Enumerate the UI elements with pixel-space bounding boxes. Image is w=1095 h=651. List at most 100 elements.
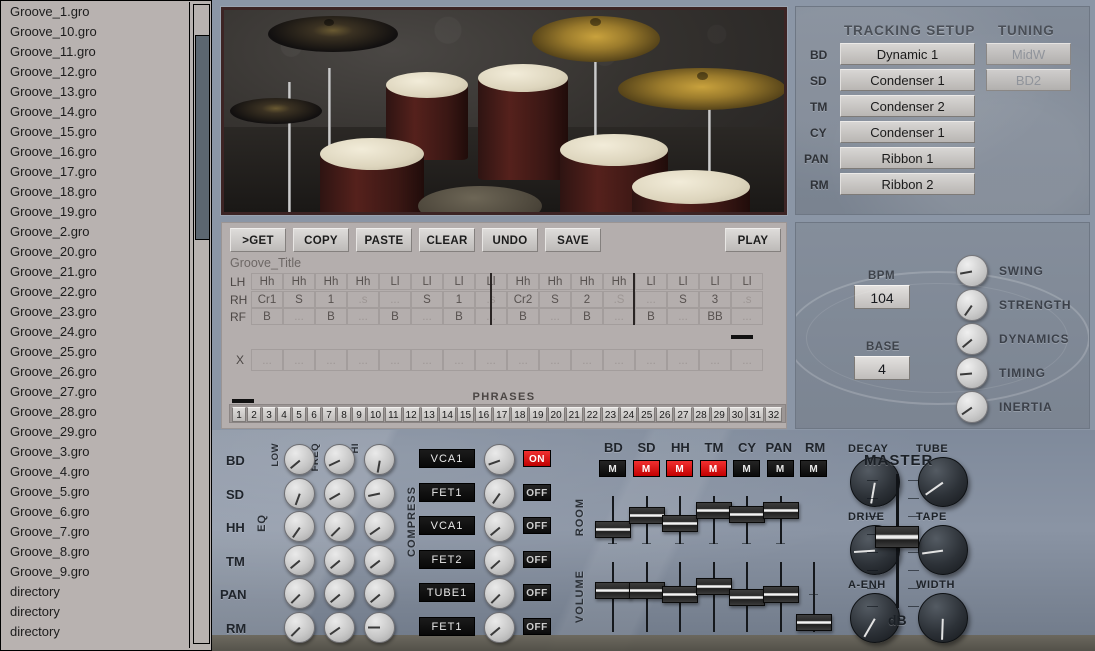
play-button[interactable]: PLAY bbox=[725, 228, 781, 252]
compressor-knob-tm[interactable] bbox=[484, 545, 515, 576]
room-fader-handle-bd[interactable] bbox=[595, 521, 631, 538]
phrase-button-12[interactable]: 12 bbox=[403, 407, 420, 422]
eq-knob-tm-low[interactable] bbox=[284, 545, 315, 576]
sequencer-cell[interactable]: BB bbox=[699, 308, 731, 325]
compressor-power-bd[interactable]: ON bbox=[523, 450, 551, 467]
sequencer-cell[interactable]: Ll bbox=[699, 273, 731, 290]
volume-fader-handle-cy[interactable] bbox=[729, 589, 765, 606]
phrase-button-27[interactable]: 27 bbox=[674, 407, 691, 422]
sequencer-x-cell[interactable]: ... bbox=[699, 349, 731, 371]
sequencer-x-cell[interactable]: ... bbox=[251, 349, 283, 371]
eq-knob-rm-hi[interactable] bbox=[364, 612, 395, 643]
sequencer-x-cell[interactable]: ... bbox=[571, 349, 603, 371]
volume-fader-track-tm[interactable] bbox=[713, 562, 715, 632]
phrase-button-3[interactable]: 3 bbox=[262, 407, 276, 422]
file-list-item[interactable]: Groove_25.gro bbox=[2, 342, 189, 362]
compressor-knob-sd[interactable] bbox=[484, 478, 515, 509]
sequencer-cell[interactable]: ... bbox=[635, 291, 667, 308]
file-list-item[interactable]: directory bbox=[2, 622, 189, 642]
eq-knob-hh-low[interactable] bbox=[284, 511, 315, 542]
toolbar-button-paste[interactable]: PASTE bbox=[356, 228, 412, 252]
mute-button-tm[interactable]: M bbox=[700, 460, 727, 477]
phrase-button-1[interactable]: 1 bbox=[232, 407, 246, 422]
mute-button-hh[interactable]: M bbox=[666, 460, 693, 477]
sequencer-x-cell[interactable]: ... bbox=[667, 349, 699, 371]
sequencer-x-cell[interactable]: ... bbox=[411, 349, 443, 371]
file-list-item[interactable]: Groove_8.gro bbox=[2, 542, 189, 562]
sequencer-cell[interactable]: Ll bbox=[443, 273, 475, 290]
sequencer-cell[interactable]: ... bbox=[731, 308, 763, 325]
room-fader-handle-cy[interactable] bbox=[729, 506, 765, 523]
toolbar-button-undo[interactable]: UNDO bbox=[482, 228, 538, 252]
file-list-item[interactable]: Groove_9.gro bbox=[2, 562, 189, 582]
sequencer-cell[interactable]: ... bbox=[603, 308, 635, 325]
eq-knob-sd-low[interactable] bbox=[284, 478, 315, 509]
sequencer-cell[interactable]: .s bbox=[731, 291, 763, 308]
mute-button-pan[interactable]: M bbox=[767, 460, 794, 477]
file-list-item[interactable]: Groove_26.gro bbox=[2, 362, 189, 382]
file-list-item[interactable]: Groove_5.gro bbox=[2, 482, 189, 502]
sequencer-cell[interactable]: Hh bbox=[347, 273, 379, 290]
sequencer-cell[interactable]: Cr2 bbox=[507, 291, 539, 308]
eq-knob-rm-freq[interactable] bbox=[324, 612, 355, 643]
sequencer-cell[interactable]: ... bbox=[539, 308, 571, 325]
tracking-mic-button-sd[interactable]: Condenser 1 bbox=[840, 69, 975, 91]
sequencer-cell[interactable]: B bbox=[315, 308, 347, 325]
mute-button-cy[interactable]: M bbox=[733, 460, 760, 477]
room-fader-handle-sd[interactable] bbox=[629, 507, 665, 524]
master-knob-tape[interactable] bbox=[918, 525, 968, 575]
sequencer-cell[interactable]: B bbox=[507, 308, 539, 325]
sequencer-cell[interactable]: 2 bbox=[571, 291, 603, 308]
sequencer-cell[interactable]: Ll bbox=[667, 273, 699, 290]
sequencer-cell[interactable]: S bbox=[283, 291, 315, 308]
file-list-item[interactable]: Groove_23.gro bbox=[2, 302, 189, 322]
file-list-item[interactable]: Groove_16.gro bbox=[2, 142, 189, 162]
sequencer-cell[interactable]: ... bbox=[667, 308, 699, 325]
file-list-item[interactable]: Groove_24.gro bbox=[2, 322, 189, 342]
file-list-item[interactable]: directory bbox=[2, 582, 189, 602]
sequencer-cell[interactable]: S bbox=[539, 291, 571, 308]
compressor-model-bd[interactable]: VCA1 bbox=[419, 449, 475, 468]
compressor-knob-hh[interactable] bbox=[484, 511, 515, 542]
phrase-button-4[interactable]: 4 bbox=[277, 407, 291, 422]
eq-knob-tm-hi[interactable] bbox=[364, 545, 395, 576]
phrase-button-15[interactable]: 15 bbox=[457, 407, 474, 422]
eq-knob-hh-freq[interactable] bbox=[324, 511, 355, 542]
phrase-button-18[interactable]: 18 bbox=[511, 407, 528, 422]
compressor-model-hh[interactable]: VCA1 bbox=[419, 516, 475, 535]
volume-fader-handle-tm[interactable] bbox=[696, 578, 732, 595]
file-list-item[interactable]: Groove_7.gro bbox=[2, 522, 189, 542]
volume-fader-handle-pan[interactable] bbox=[763, 586, 799, 603]
toolbar-button-copy[interactable]: COPY bbox=[293, 228, 349, 252]
base-value[interactable]: 4 bbox=[854, 356, 910, 380]
sequencer-cell[interactable]: .S bbox=[603, 291, 635, 308]
phrase-button-16[interactable]: 16 bbox=[475, 407, 492, 422]
toolbar-button-get[interactable]: >GET bbox=[230, 228, 286, 252]
compressor-knob-rm[interactable] bbox=[484, 612, 515, 643]
sequencer-cell[interactable]: Hh bbox=[283, 273, 315, 290]
sequencer-x-cell[interactable]: ... bbox=[475, 349, 507, 371]
volume-fader-handle-hh[interactable] bbox=[662, 586, 698, 603]
compressor-power-hh[interactable]: OFF bbox=[523, 517, 551, 534]
phrase-button-23[interactable]: 23 bbox=[602, 407, 619, 422]
file-list-item[interactable]: Groove_4.gro bbox=[2, 462, 189, 482]
mute-button-rm[interactable]: M bbox=[800, 460, 827, 477]
file-list-item[interactable]: Groove_21.gro bbox=[2, 262, 189, 282]
eq-knob-hh-hi[interactable] bbox=[364, 511, 395, 542]
file-list-item[interactable]: Groove_14.gro bbox=[2, 102, 189, 122]
master-fader-handle[interactable] bbox=[875, 526, 919, 548]
tracking-mic-button-rm[interactable]: Ribbon 2 bbox=[840, 173, 975, 195]
file-list-item[interactable]: Groove_15.gro bbox=[2, 122, 189, 142]
eq-knob-bd-low[interactable] bbox=[284, 444, 315, 475]
sequencer-cell[interactable]: Ll bbox=[379, 273, 411, 290]
eq-knob-pan-low[interactable] bbox=[284, 578, 315, 609]
file-list-item[interactable]: Groove_18.gro bbox=[2, 182, 189, 202]
sequencer-x-cell[interactable]: ... bbox=[507, 349, 539, 371]
phrase-button-13[interactable]: 13 bbox=[421, 407, 438, 422]
sequencer-x-cell[interactable]: ... bbox=[347, 349, 379, 371]
phrase-button-28[interactable]: 28 bbox=[693, 407, 710, 422]
sequencer-x-cell[interactable]: ... bbox=[539, 349, 571, 371]
phrase-button-22[interactable]: 22 bbox=[584, 407, 601, 422]
sequencer-cell[interactable]: ... bbox=[347, 308, 379, 325]
sequencer-cell[interactable]: 3 bbox=[699, 291, 731, 308]
